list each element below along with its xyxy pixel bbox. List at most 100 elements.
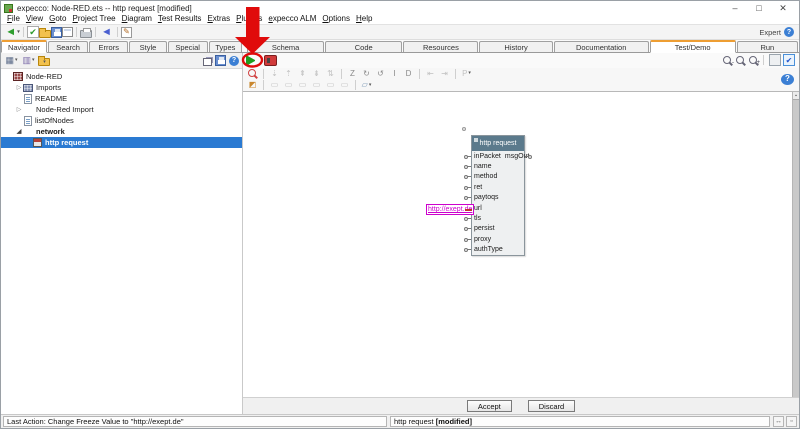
- zoom-fit-icon[interactable]: [734, 55, 747, 66]
- align-left-icon[interactable]: ⇤: [424, 68, 437, 79]
- input-pin-proxy[interactable]: proxy: [472, 236, 493, 243]
- expander-icon[interactable]: ◢: [15, 128, 23, 135]
- diagram-canvas[interactable]: http request inPacketmsgOut name method ret…: [243, 91, 799, 397]
- run-button[interactable]: [246, 55, 259, 66]
- tree-item-listofnodes[interactable]: listOfNodes: [1, 115, 242, 126]
- window-layout-icon-2[interactable]: ▭: [282, 80, 295, 91]
- accept-button[interactable]: Accept: [467, 400, 512, 412]
- layout-toggle[interactable]: [769, 54, 781, 66]
- tab-documentation[interactable]: Documentation: [554, 41, 649, 52]
- scrollbar-corner-icon[interactable]: ▪: [793, 92, 799, 100]
- node-header[interactable]: http request: [472, 136, 524, 151]
- pin-menu-icon[interactable]: P▾: [460, 68, 473, 79]
- expander-icon[interactable]: ▷: [15, 84, 23, 91]
- duplicate-icon[interactable]: D: [402, 68, 415, 79]
- window-layout-icon-1[interactable]: ▭: [268, 80, 281, 91]
- zoom-view-icon[interactable]: [246, 68, 259, 79]
- page-down-icon[interactable]: ⇟: [310, 68, 323, 79]
- accept-item-icon[interactable]: ✔: [27, 26, 39, 38]
- menu-test-results[interactable]: Test Results: [155, 14, 205, 24]
- input-pin-paytoqs[interactable]: paytoqs: [472, 194, 501, 201]
- tab-special[interactable]: Special: [168, 41, 208, 52]
- folder-menu-icon[interactable]: ▾: [38, 58, 50, 66]
- tab-errors[interactable]: Errors: [89, 41, 128, 52]
- minimize-button[interactable]: –: [723, 2, 747, 14]
- open-folder-icon[interactable]: [39, 30, 51, 38]
- window-layout-icon-4[interactable]: ▭: [310, 80, 323, 91]
- tab-schema[interactable]: Schema: [247, 41, 324, 52]
- tab-history[interactable]: History: [479, 41, 552, 52]
- tree-item-imports[interactable]: ▷Imports: [1, 82, 242, 93]
- align-right-icon[interactable]: ⇥: [438, 68, 451, 79]
- resize-horizontal-icon[interactable]: ↔: [773, 416, 784, 427]
- menu-diagram[interactable]: Diagram: [119, 14, 155, 24]
- insert-icon[interactable]: I: [388, 68, 401, 79]
- snap-toggle[interactable]: ✔: [783, 54, 795, 66]
- show-palette-icon[interactable]: ◩: [246, 80, 259, 91]
- view-mode-menu-icon[interactable]: ▦▾: [4, 54, 19, 67]
- debug-icon[interactable]: [264, 55, 277, 66]
- new-window-icon[interactable]: [62, 27, 73, 37]
- input-pin-inpacket[interactable]: inPacket: [472, 153, 503, 160]
- undo-icon[interactable]: ◄: [99, 26, 114, 39]
- help-icon[interactable]: ?: [784, 27, 794, 37]
- discard-button[interactable]: Discard: [528, 400, 575, 412]
- tab-resources[interactable]: Resources: [403, 41, 478, 52]
- zoom-in-icon[interactable]: +: [747, 55, 760, 66]
- tree-item-http-request[interactable]: http request: [1, 137, 242, 148]
- step-down-icon[interactable]: ⇣: [268, 68, 281, 79]
- input-pin-name[interactable]: name: [472, 163, 494, 170]
- tab-run[interactable]: Run: [737, 41, 798, 52]
- zoom-out-icon[interactable]: -: [721, 55, 734, 66]
- tab-code[interactable]: Code: [325, 41, 402, 52]
- output-pin-msgout[interactable]: msgOut: [503, 153, 532, 160]
- tree-item-node-red-import[interactable]: ▷Node-Red Import: [1, 104, 242, 115]
- detach-window-icon[interactable]: [203, 58, 212, 66]
- help-icon[interactable]: ?: [229, 56, 239, 66]
- menu-expecco-alm[interactable]: expecco ALM: [265, 14, 319, 24]
- window-layout-icon-6[interactable]: ▭: [338, 80, 351, 91]
- tab-style[interactable]: Style: [129, 41, 166, 52]
- edit-settings-icon[interactable]: ✎: [121, 27, 132, 38]
- menu-options[interactable]: Options: [319, 14, 353, 24]
- columns-menu-icon[interactable]: ▥▾: [21, 54, 36, 67]
- swap-icon[interactable]: ⇅: [324, 68, 337, 79]
- tab-test-demo[interactable]: Test/Demo: [650, 40, 736, 53]
- print-icon[interactable]: [80, 30, 92, 38]
- step-up-icon[interactable]: ⇡: [282, 68, 295, 79]
- tree-item-readme[interactable]: README: [1, 93, 242, 104]
- input-pin-ret[interactable]: ret: [472, 184, 484, 191]
- http-request-node[interactable]: http request inPacketmsgOutnamemethodret…: [471, 135, 525, 256]
- tab-search[interactable]: Search: [48, 41, 88, 52]
- save-icon[interactable]: [51, 27, 62, 38]
- grip-icon[interactable]: ▫: [786, 416, 797, 427]
- save-view-icon[interactable]: [215, 55, 226, 66]
- input-pin-method[interactable]: method: [472, 173, 499, 180]
- page-up-icon[interactable]: ⇞: [296, 68, 309, 79]
- expander-icon[interactable]: ▷: [15, 106, 23, 113]
- connector-menu-icon[interactable]: ▱▾: [360, 80, 373, 91]
- menu-project-tree[interactable]: Project Tree: [69, 14, 118, 24]
- menu-view[interactable]: View: [23, 14, 46, 24]
- input-pin-tls[interactable]: tls: [472, 215, 483, 222]
- tab-types[interactable]: Types: [209, 41, 242, 52]
- sort-icon[interactable]: Z: [346, 68, 359, 79]
- input-pin-persist[interactable]: persist: [472, 225, 497, 232]
- history-back-icon[interactable]: ◄▾: [5, 26, 20, 39]
- tab-navigator[interactable]: Navigator: [1, 40, 47, 53]
- menu-file[interactable]: File: [4, 14, 23, 24]
- rotate-ccw-icon[interactable]: ↺: [374, 68, 387, 79]
- tree-item-node-red[interactable]: Node-RED: [1, 71, 242, 82]
- window-layout-icon-5[interactable]: ▭: [324, 80, 337, 91]
- maximize-button[interactable]: □: [747, 2, 771, 14]
- input-pin-authtype[interactable]: authType: [472, 246, 505, 253]
- menu-extras[interactable]: Extras: [204, 14, 233, 24]
- tree-item-network[interactable]: ◢network: [1, 126, 242, 137]
- menu-plugins[interactable]: Plugins: [233, 14, 265, 24]
- window-layout-icon-3[interactable]: ▭: [296, 80, 309, 91]
- rotate-cw-icon[interactable]: ↻: [360, 68, 373, 79]
- menu-goto[interactable]: Goto: [46, 14, 69, 24]
- menu-help[interactable]: Help: [353, 14, 375, 24]
- vertical-scrollbar[interactable]: ▪: [792, 92, 799, 397]
- close-button[interactable]: ✕: [771, 2, 795, 14]
